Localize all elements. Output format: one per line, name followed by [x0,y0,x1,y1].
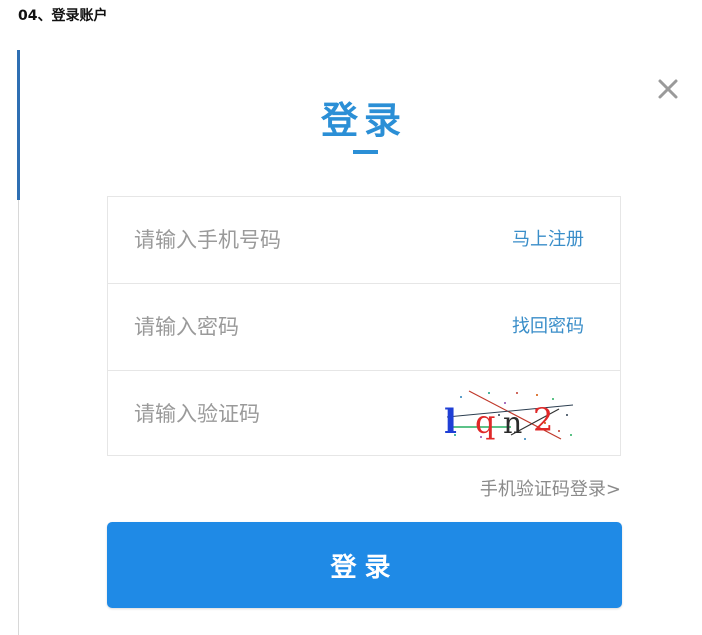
login-form: 马上注册 找回密码 [107,196,621,456]
left-edge-line [18,200,19,635]
svg-text:2: 2 [533,401,553,439]
sms-login-link[interactable]: 手机验证码登录> [480,478,621,502]
captcha-row: l q n 2 [108,371,620,458]
login-button[interactable]: 登录 [107,522,622,608]
phone-row: 马上注册 [108,197,620,284]
svg-text:q: q [475,403,495,441]
svg-text:n: n [503,406,522,441]
left-edge-bar [17,50,20,200]
title-underline [353,150,378,154]
close-button[interactable] [655,76,681,102]
password-row: 找回密码 [108,284,620,371]
register-link[interactable]: 马上注册 [512,228,584,252]
phone-input[interactable] [134,224,434,256]
password-input[interactable] [134,311,434,343]
svg-text:l: l [444,402,457,442]
forgot-password-link[interactable]: 找回密码 [512,315,584,339]
captcha-image[interactable]: l q n 2 [441,385,577,445]
login-title: 登录 [321,99,407,142]
close-icon [658,79,678,99]
step-title: 04、登录账户 [18,8,108,24]
captcha-input[interactable] [134,398,414,430]
